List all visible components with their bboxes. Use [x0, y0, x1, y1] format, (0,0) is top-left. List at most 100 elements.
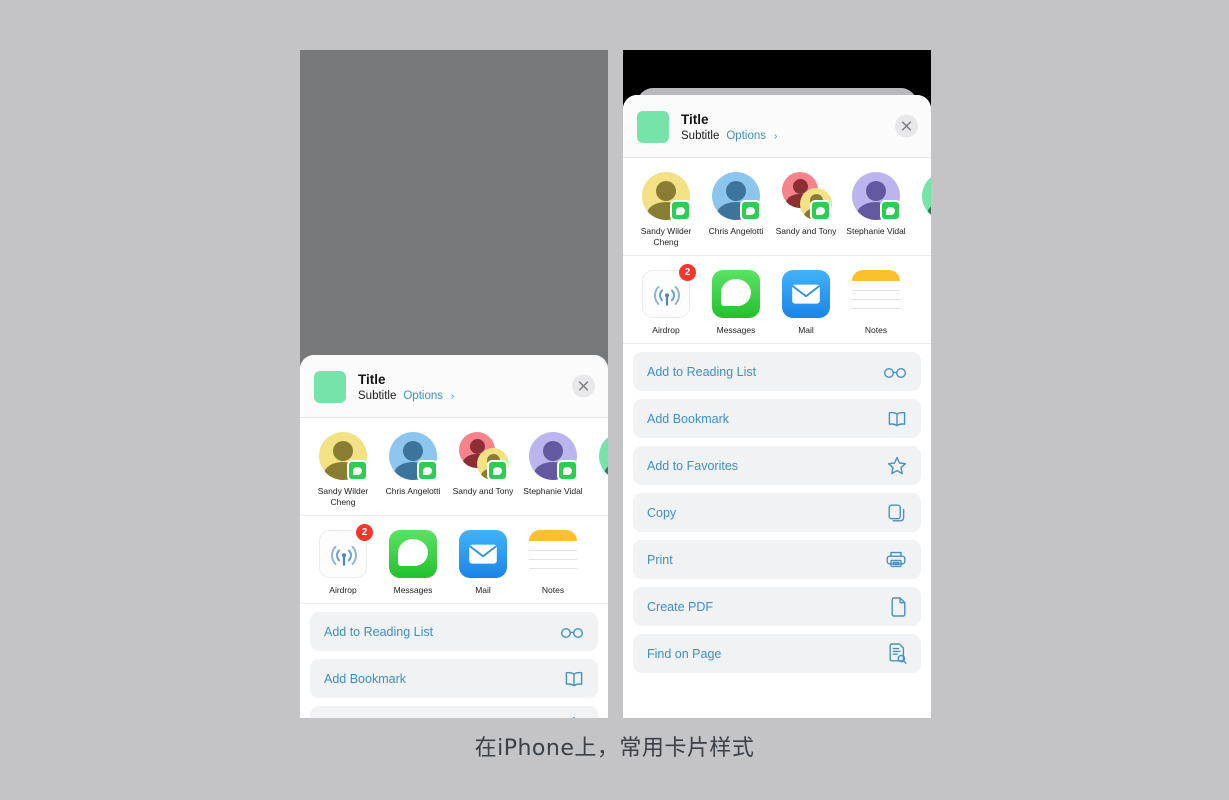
star-icon	[573, 717, 575, 718]
action-row[interactable]: Create PDF	[633, 587, 921, 627]
app-name: Mail	[475, 585, 491, 596]
avatar	[712, 172, 761, 221]
app-item[interactable]: Re	[588, 530, 608, 595]
mail-icon	[459, 530, 507, 579]
mail-icon	[782, 270, 830, 319]
app-item[interactable]: Mail	[448, 530, 518, 595]
contact-item[interactable]: Sandy Wilder Cheng	[631, 172, 701, 247]
app-icon[interactable]	[922, 270, 931, 319]
avatar-body	[927, 202, 931, 220]
contact-item[interactable]: Sandy and Tony	[771, 172, 841, 247]
action-icon	[564, 670, 584, 688]
messages-badge-icon	[417, 460, 438, 481]
bubble-glyph	[816, 206, 825, 215]
notification-badge: 2	[356, 524, 373, 542]
contact-name: An	[591, 486, 608, 497]
contacts-row[interactable]: Sandy Wilder Cheng Chris Angelotti Sandy a…	[623, 158, 931, 257]
options-link[interactable]: Options	[726, 130, 766, 142]
avatar	[782, 172, 832, 221]
app-icon[interactable]	[389, 530, 437, 579]
reminders-icon	[922, 270, 931, 319]
action-row[interactable]: Find on Page	[633, 634, 921, 674]
app-name: Airdrop	[652, 325, 680, 336]
messages-icon	[389, 530, 437, 579]
action-row[interactable]: Add to Reading List	[310, 612, 598, 652]
app-icon[interactable]	[529, 530, 577, 579]
action-icon	[888, 643, 907, 665]
app-item[interactable]: Re	[911, 270, 931, 335]
app-item[interactable]: Messages	[378, 530, 448, 595]
contact-item[interactable]: Sandy Wilder Cheng	[308, 432, 378, 507]
app-icon[interactable]	[459, 530, 507, 579]
caption-text: 在iPhone上，常用卡片样式	[474, 736, 755, 761]
apps-row[interactable]: 2 Airdrop Messages Mail Notes Re	[623, 256, 931, 345]
app-icon[interactable]	[782, 270, 830, 319]
app-item[interactable]: 2 Airdrop	[308, 524, 378, 595]
close-button[interactable]	[572, 374, 595, 398]
contact-item[interactable]: Stephanie Vidal	[518, 432, 588, 507]
app-name: Notes	[541, 585, 565, 596]
action-row[interactable]: Copy	[633, 493, 921, 533]
contact-item[interactable]: Sandy and Tony	[448, 432, 518, 507]
action-icon	[887, 410, 907, 428]
avatar	[319, 432, 368, 481]
close-button[interactable]	[895, 114, 918, 138]
app-icon[interactable]	[852, 270, 900, 319]
action-label: Find on Page	[647, 646, 722, 661]
contact-item[interactable]: Chris Angelotti	[701, 172, 771, 247]
app-item[interactable]: Mail	[771, 270, 841, 335]
apps-row[interactable]: 2 Airdrop Messages Mail Notes Re	[300, 516, 608, 605]
app-icon[interactable]: 2	[319, 524, 373, 579]
sheet-header: Title Subtitle Options ›	[623, 95, 931, 158]
icon-wrap	[650, 278, 684, 317]
app-name: Notes	[864, 325, 888, 336]
contact-item[interactable]: An	[911, 172, 931, 247]
notification-badge: 2	[679, 264, 696, 282]
action-row[interactable]: Add to Reading List	[633, 352, 921, 392]
avatar-head	[543, 441, 563, 461]
avatar	[389, 432, 438, 481]
airdrop-glyph	[331, 546, 357, 566]
contact-item[interactable]: Stephanie Vidal	[841, 172, 911, 247]
avatar-head	[726, 181, 746, 201]
messages-badge-icon	[670, 200, 691, 221]
app-icon[interactable]	[712, 270, 760, 319]
action-row[interactable]: Add Bookmark	[633, 399, 921, 439]
action-icon	[887, 503, 907, 523]
app-icon[interactable]: 2	[642, 264, 696, 319]
action-icon	[560, 624, 584, 640]
avatar-body	[604, 462, 608, 480]
app-item[interactable]: 2 Airdrop	[631, 264, 701, 336]
app-item[interactable]: Messages	[701, 270, 771, 335]
contact-item[interactable]: An	[588, 432, 608, 507]
contacts-row[interactable]: Sandy Wilder Cheng Chris Angelotti Sandy a…	[300, 418, 608, 517]
sheet-subtitle: Subtitle	[358, 389, 397, 402]
close-icon	[578, 381, 589, 391]
icon-wrap	[791, 283, 821, 310]
icon-wrap	[468, 543, 498, 570]
action-label: Add to Reading List	[647, 364, 757, 379]
contact-name: Sandy Wilder Cheng	[317, 486, 369, 507]
envelope-glyph	[792, 284, 820, 304]
contact-name: Sandy and Tony	[452, 486, 514, 496]
action-row[interactable]: Add Bookmark	[310, 659, 598, 699]
action-label: Print	[647, 552, 673, 567]
envelope-glyph	[469, 544, 497, 564]
notes-icon	[529, 530, 577, 579]
contact-item[interactable]: Chris Angelotti	[378, 432, 448, 507]
notes-ruled-line	[852, 290, 900, 292]
app-icon[interactable]	[599, 530, 608, 579]
messages-badge-icon	[347, 460, 368, 481]
action-row[interactable]: Print	[633, 540, 921, 580]
app-item[interactable]: Notes	[841, 270, 911, 335]
action-row[interactable]: Add to Favorites	[310, 706, 598, 718]
app-name: Mail	[798, 325, 814, 336]
contact-name: Chris Angelotti	[385, 486, 441, 496]
options-link[interactable]: Options	[403, 390, 443, 402]
messages-badge-icon	[880, 200, 901, 221]
notes-ruled-line	[852, 299, 900, 301]
app-item[interactable]: Notes	[518, 530, 588, 595]
action-row[interactable]: Add to Favorites	[633, 446, 921, 486]
action-label: Add to Favorites	[647, 458, 739, 473]
notes-header-band	[529, 530, 577, 542]
